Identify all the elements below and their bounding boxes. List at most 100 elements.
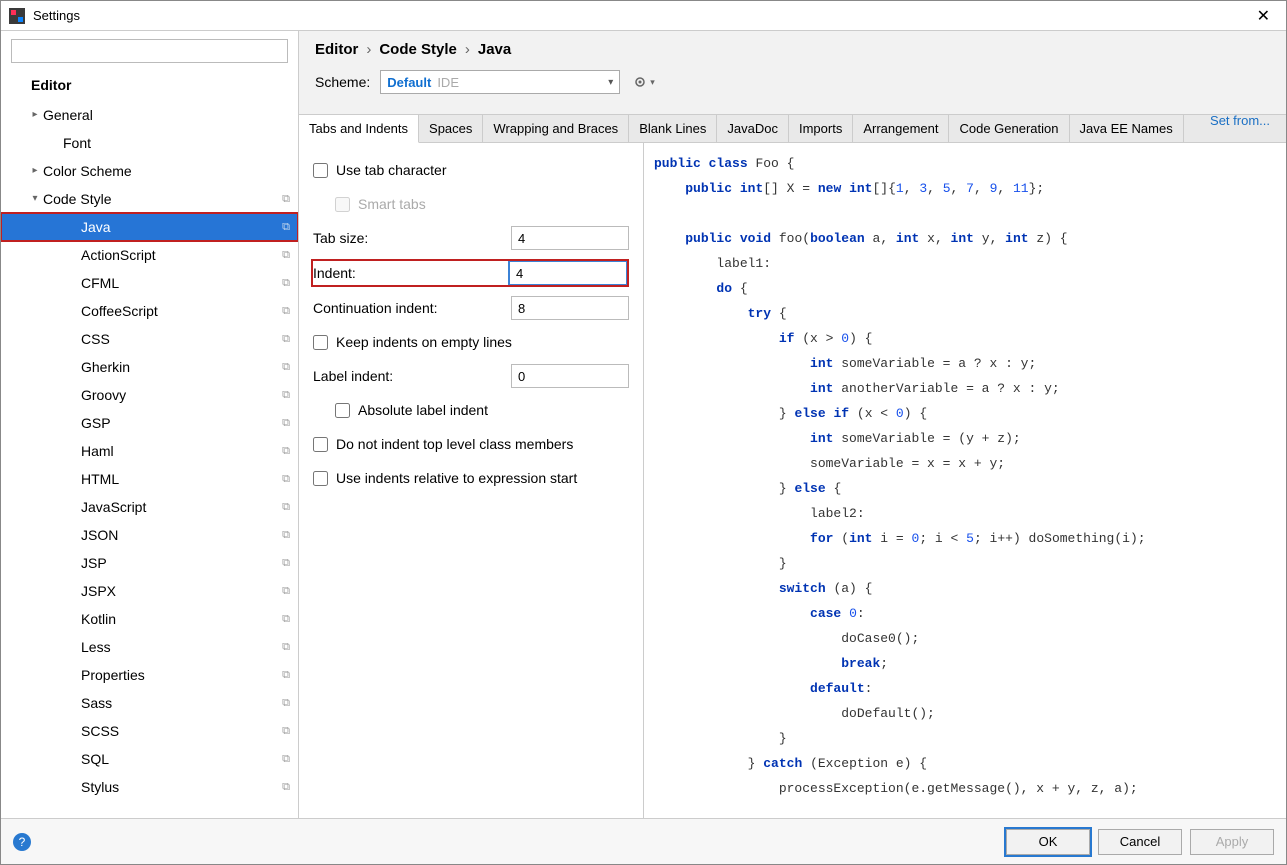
scheme-suffix: IDE (437, 75, 459, 90)
sidebar-item-label: CoffeeScript (81, 301, 278, 321)
sidebar-item-label: CSS (81, 329, 278, 349)
sidebar-item-actionscript[interactable]: ActionScript⧉ (1, 241, 298, 269)
tree-heading-editor: Editor (1, 73, 298, 101)
close-icon[interactable]: ✕ (1249, 6, 1278, 26)
help-icon[interactable]: ? (13, 833, 31, 851)
sidebar-item-cfml[interactable]: CFML⧉ (1, 269, 298, 297)
sidebar-item-less[interactable]: Less⧉ (1, 633, 298, 661)
tabs: Tabs and IndentsSpacesWrapping and Brace… (299, 114, 1286, 143)
main: 🔍 Editor ▸GeneralFont▸Color Scheme▾Code … (1, 31, 1286, 818)
chevron-right-icon: › (465, 41, 470, 58)
sidebar-item-label: Color Scheme (43, 161, 290, 181)
search-input[interactable] (11, 39, 288, 63)
sidebar-item-label: JavaScript (81, 497, 278, 517)
copy-icon: ⧉ (282, 413, 290, 433)
sidebar-item-css[interactable]: CSS⧉ (1, 325, 298, 353)
sidebar-item-sql[interactable]: SQL⧉ (1, 745, 298, 773)
label-indent-input[interactable] (511, 364, 629, 388)
tab-size-input[interactable] (511, 226, 629, 250)
sidebar-item-label: HTML (81, 469, 278, 489)
tab-blank-lines[interactable]: Blank Lines (629, 115, 717, 142)
cont-indent-input[interactable] (511, 296, 629, 320)
sidebar-item-label: SCSS (81, 721, 278, 741)
sidebar-item-stylus[interactable]: Stylus⧉ (1, 773, 298, 801)
sidebar-item-code-style[interactable]: ▾Code Style⧉ (1, 185, 298, 213)
sidebar-item-label: CFML (81, 273, 278, 293)
label-indent-label: Label indent: (313, 368, 511, 384)
sidebar-item-groovy[interactable]: Groovy⧉ (1, 381, 298, 409)
sidebar-item-general[interactable]: ▸General (1, 101, 298, 129)
sidebar-item-sass[interactable]: Sass⧉ (1, 689, 298, 717)
copy-icon: ⧉ (282, 189, 290, 209)
code-preview: public class Foo { public int[] X = new … (643, 143, 1286, 818)
sidebar-item-javascript[interactable]: JavaScript⧉ (1, 493, 298, 521)
copy-icon: ⧉ (282, 777, 290, 797)
tab-code-generation[interactable]: Code Generation (949, 115, 1069, 142)
sidebar-item-json[interactable]: JSON⧉ (1, 521, 298, 549)
scheme-label: Scheme: (315, 74, 370, 90)
breadcrumb-0: Editor (315, 41, 358, 58)
use-tab-checkbox[interactable]: Use tab character (313, 162, 447, 178)
sidebar-item-gsp[interactable]: GSP⧉ (1, 409, 298, 437)
sidebar-item-java[interactable]: Java⧉ (1, 213, 298, 241)
set-from-link[interactable]: Set from... (1210, 113, 1270, 128)
form-panel: Use tab character Smart tabs Tab size: I… (299, 143, 643, 818)
breadcrumb-2: Java (478, 41, 511, 58)
cancel-button[interactable]: Cancel (1098, 829, 1182, 855)
sidebar-item-scss[interactable]: SCSS⧉ (1, 717, 298, 745)
sidebar-item-haml[interactable]: Haml⧉ (1, 437, 298, 465)
copy-icon: ⧉ (282, 357, 290, 377)
scheme-name: Default (387, 75, 431, 90)
sidebar-item-label: JSP (81, 553, 278, 573)
rel-expr-checkbox[interactable]: Use indents relative to expression start (313, 470, 577, 486)
app-icon (9, 8, 25, 24)
sidebar-item-font[interactable]: Font (1, 129, 298, 157)
sidebar: 🔍 Editor ▸GeneralFont▸Color Scheme▾Code … (1, 31, 299, 818)
smart-tabs-checkbox: Smart tabs (335, 196, 426, 212)
copy-icon: ⧉ (282, 637, 290, 657)
no-top-indent-checkbox[interactable]: Do not indent top level class members (313, 436, 573, 452)
indent-input[interactable] (509, 261, 627, 285)
copy-icon: ⧉ (282, 245, 290, 265)
content: Editor › Code Style › Java Scheme: Defau… (299, 31, 1286, 818)
tab-arrangement[interactable]: Arrangement (853, 115, 949, 142)
chevron-down-icon: ▾ (608, 77, 613, 88)
copy-icon: ⧉ (282, 385, 290, 405)
keep-empty-checkbox[interactable]: Keep indents on empty lines (313, 334, 512, 350)
sidebar-item-label: Kotlin (81, 609, 278, 629)
sidebar-item-label: Font (63, 133, 290, 153)
sidebar-item-label: JSPX (81, 581, 278, 601)
sidebar-item-jsp[interactable]: JSP⧉ (1, 549, 298, 577)
tab-wrapping-and-braces[interactable]: Wrapping and Braces (483, 115, 629, 142)
chevron-down-icon: ▾ (27, 189, 43, 209)
sidebar-item-gherkin[interactable]: Gherkin⧉ (1, 353, 298, 381)
gear-icon[interactable]: ▾ (632, 74, 655, 90)
indent-label: Indent: (313, 265, 509, 281)
apply-button[interactable]: Apply (1190, 829, 1274, 855)
sidebar-item-html[interactable]: HTML⧉ (1, 465, 298, 493)
sidebar-item-color-scheme[interactable]: ▸Color Scheme (1, 157, 298, 185)
tab-javadoc[interactable]: JavaDoc (717, 115, 789, 142)
sidebar-item-label: JSON (81, 525, 278, 545)
scheme-select[interactable]: Default IDE ▾ (380, 70, 620, 94)
chevron-down-icon: ▾ (650, 77, 655, 88)
copy-icon: ⧉ (282, 749, 290, 769)
sidebar-item-coffeescript[interactable]: CoffeeScript⧉ (1, 297, 298, 325)
tab-java-ee-names[interactable]: Java EE Names (1070, 115, 1184, 142)
breadcrumb: Editor › Code Style › Java (315, 41, 1270, 58)
tab-spaces[interactable]: Spaces (419, 115, 483, 142)
sidebar-item-label: Sass (81, 693, 278, 713)
sidebar-item-label: General (43, 105, 290, 125)
copy-icon: ⧉ (282, 217, 290, 237)
sidebar-item-kotlin[interactable]: Kotlin⧉ (1, 605, 298, 633)
tab-imports[interactable]: Imports (789, 115, 853, 142)
tab-tabs-and-indents[interactable]: Tabs and Indents (299, 115, 419, 143)
sidebar-item-label: Groovy (81, 385, 278, 405)
sidebar-item-properties[interactable]: Properties⧉ (1, 661, 298, 689)
ok-button[interactable]: OK (1006, 829, 1090, 855)
abs-label-checkbox[interactable]: Absolute label indent (335, 402, 488, 418)
sidebar-item-label: Gherkin (81, 357, 278, 377)
tab-size-label: Tab size: (313, 230, 511, 246)
sidebar-item-jspx[interactable]: JSPX⧉ (1, 577, 298, 605)
sidebar-item-label: GSP (81, 413, 278, 433)
